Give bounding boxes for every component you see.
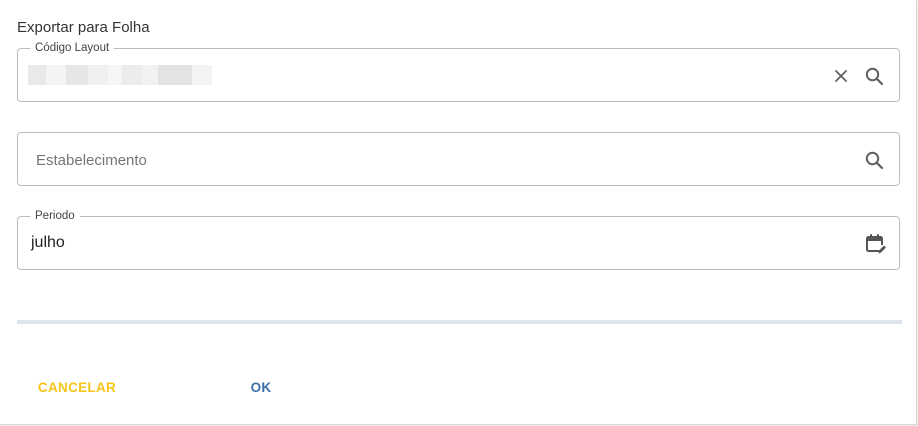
establishment-field[interactable]: Estabelecimento <box>17 132 900 186</box>
progress-bar <box>17 320 902 324</box>
search-icon[interactable] <box>861 49 887 103</box>
export-dialog: Exportar para Folha Código Layout Estabe… <box>0 0 917 425</box>
establishment-placeholder: Estabelecimento <box>36 152 147 169</box>
ok-button[interactable]: OK <box>236 370 286 404</box>
period-value: julho <box>31 234 65 251</box>
period-label: Periodo <box>30 209 80 223</box>
calendar-edit-icon[interactable] <box>863 217 889 271</box>
cancel-button[interactable]: CANCELAR <box>29 370 125 404</box>
dialog-title: Exportar para Folha <box>17 19 150 36</box>
search-icon[interactable] <box>861 133 887 187</box>
close-icon[interactable] <box>828 49 854 103</box>
period-field[interactable]: Periodo julho <box>17 209 900 271</box>
layout-code-field[interactable]: Código Layout <box>17 41 900 103</box>
layout-code-value-redacted <box>28 65 212 85</box>
layout-code-label: Código Layout <box>30 41 115 55</box>
